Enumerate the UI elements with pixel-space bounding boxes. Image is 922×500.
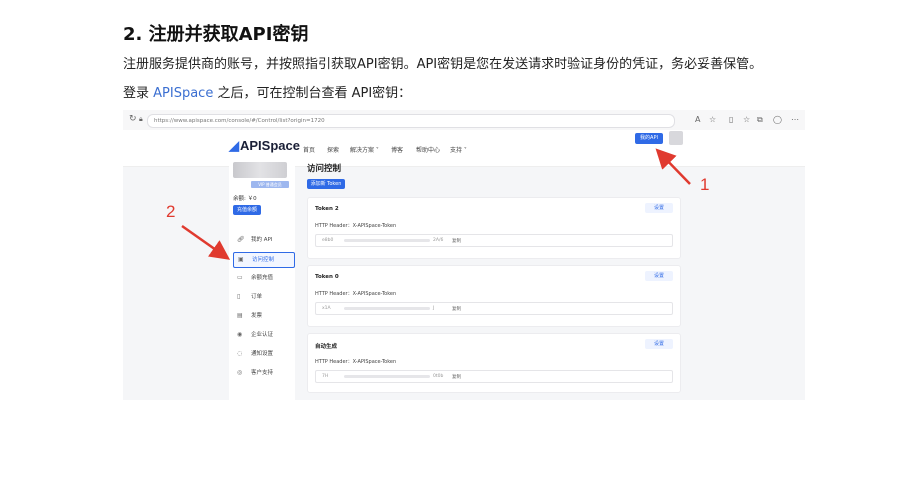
- arrow-to-my-api: [655, 148, 691, 185]
- annotation-arrows: [181, 148, 691, 260]
- annotation-number-2: 2: [166, 202, 176, 221]
- arrow-to-access-control: [181, 224, 231, 260]
- annotation-number-1: 1: [700, 175, 710, 194]
